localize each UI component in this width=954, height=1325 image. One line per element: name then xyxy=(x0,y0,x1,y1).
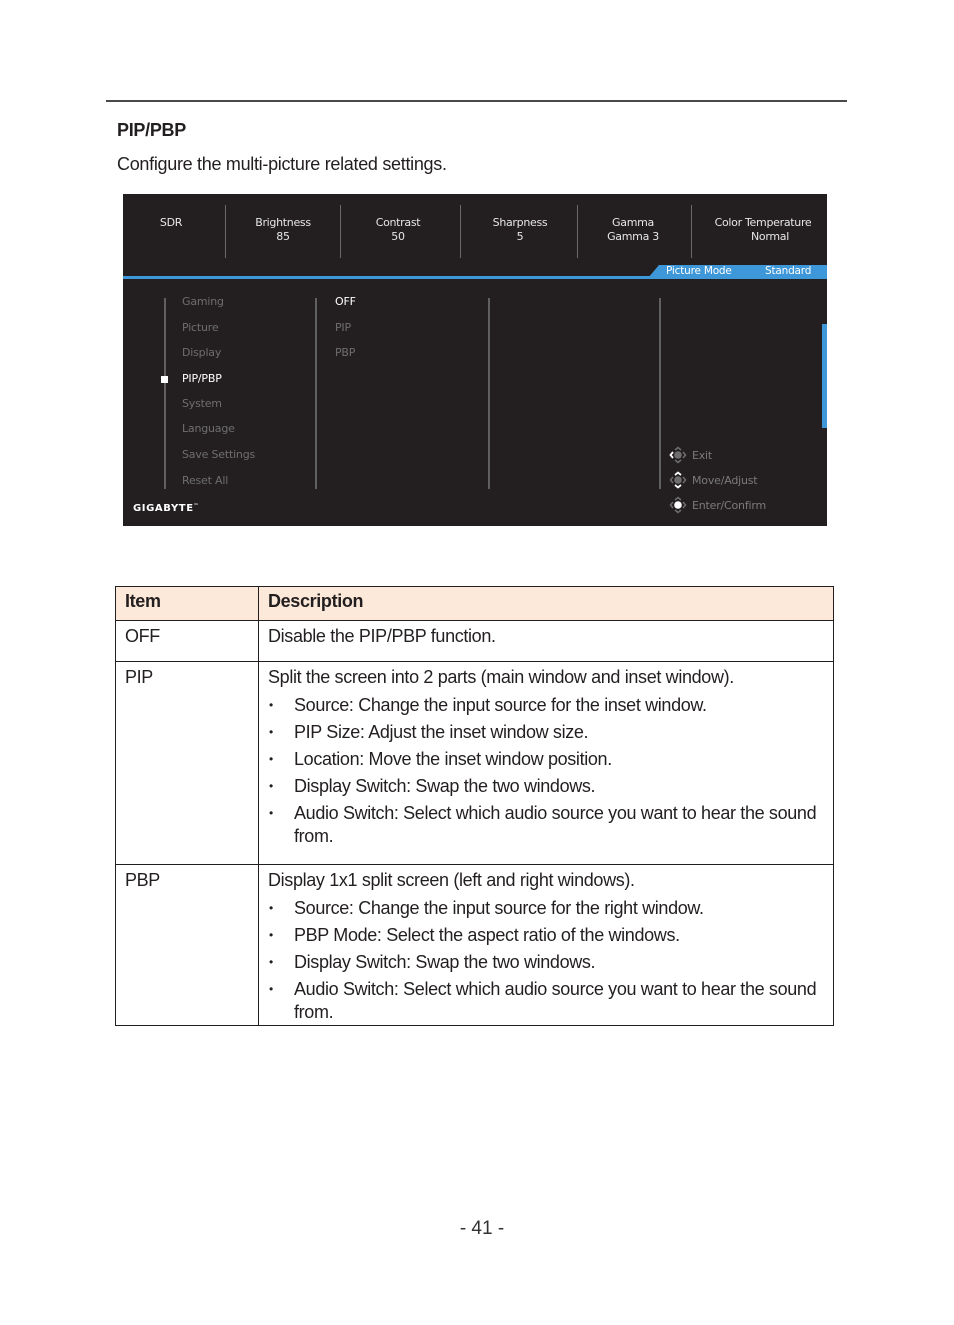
topbar-item-sdr[interactable]: SDR xyxy=(151,216,191,230)
option-pbp[interactable]: PBP xyxy=(335,346,355,359)
osd-screenshot: SDR Brightness 85 Contrast 50 Sharpness … xyxy=(123,194,827,526)
topbar-value: 5 xyxy=(516,230,524,243)
topbar-divider xyxy=(340,205,341,258)
hint-label: Enter/Confirm xyxy=(692,498,766,512)
bullet-item: PIP Size: Adjust the inset window size. xyxy=(268,721,824,744)
scrollbar[interactable] xyxy=(822,324,827,428)
osd-topbar: SDR Brightness 85 Contrast 50 Sharpness … xyxy=(123,194,827,274)
header-description: Description xyxy=(258,586,834,621)
topbar-item-color-temperature[interactable]: Color Temperature Normal xyxy=(703,216,823,244)
menu-item-picture[interactable]: Picture xyxy=(182,321,219,334)
bullet-item: Source: Change the input source for the … xyxy=(268,694,824,717)
row-description-text: Split the screen into 2 parts (main wind… xyxy=(268,667,734,687)
topbar-item-gamma[interactable]: Gamma Gamma 3 xyxy=(588,216,678,244)
row-description-text: Display 1x1 split screen (left and right… xyxy=(268,870,635,890)
header-item: Item xyxy=(115,586,259,621)
topbar-item-contrast[interactable]: Contrast 50 xyxy=(357,216,439,244)
topbar-label: Contrast xyxy=(375,216,421,229)
topbar-value: Gamma 3 xyxy=(607,230,659,243)
topbar-label: Gamma xyxy=(612,216,654,229)
hint-exit: Exit xyxy=(669,446,712,464)
picture-mode-value: Standard xyxy=(765,265,812,277)
bullet-list: Source: Change the input source for the … xyxy=(268,897,824,1024)
option-off[interactable]: OFF xyxy=(335,295,356,308)
joystick-left-icon xyxy=(669,446,687,464)
bullet-item: Audio Switch: Select which audio source … xyxy=(268,978,824,1024)
picture-mode-label: Picture Mode xyxy=(666,265,732,277)
selection-marker xyxy=(161,376,168,383)
topbar-value: 85 xyxy=(276,230,290,243)
gigabyte-logo: GIGABYTE™ xyxy=(133,503,199,514)
options-column-line xyxy=(315,298,317,489)
table-row: PIP Split the screen into 2 parts (main … xyxy=(115,661,834,865)
bullet-item: Location: Move the inset window position… xyxy=(268,748,824,771)
menu-item-reset-all[interactable]: Reset All xyxy=(182,474,228,487)
logo-trademark: ™ xyxy=(193,503,200,509)
topbar-divider xyxy=(691,205,692,258)
description-table: Item Description OFF Disable the PIP/PBP… xyxy=(115,586,834,1026)
table-row: PBP Display 1x1 split screen (left and r… xyxy=(115,864,834,1026)
row-description: Disable the PIP/PBP function. xyxy=(258,620,834,662)
menu-item-system[interactable]: System xyxy=(182,397,222,410)
hint-move-adjust: Move/Adjust xyxy=(669,471,758,489)
topbar-label: Sharpness xyxy=(492,216,548,229)
topbar-divider xyxy=(225,205,226,258)
hint-label: Exit xyxy=(692,448,713,462)
menu-item-gaming[interactable]: Gaming xyxy=(182,295,224,308)
hint-label: Move/Adjust xyxy=(692,473,758,487)
bullet-item: Display Switch: Swap the two windows. xyxy=(268,951,824,974)
table-row: OFF Disable the PIP/PBP function. xyxy=(115,620,834,662)
joystick-move-icon xyxy=(669,471,687,489)
suboptions-column-line xyxy=(488,298,490,489)
topbar-item-brightness[interactable]: Brightness 85 xyxy=(242,216,324,244)
table-header-row: Item Description xyxy=(115,586,834,621)
topbar-label: Brightness xyxy=(255,216,311,229)
picture-mode-badge: Picture Mode Standard xyxy=(648,265,827,278)
section-description: Configure the multi-picture related sett… xyxy=(117,154,447,174)
option-pip[interactable]: PIP xyxy=(335,321,351,334)
details-column-line xyxy=(659,298,661,489)
row-description-text: Disable the PIP/PBP function. xyxy=(268,626,496,646)
topbar-item-sharpness[interactable]: Sharpness 5 xyxy=(478,216,562,244)
row-item: PIP xyxy=(115,661,259,865)
topbar-label: SDR xyxy=(159,216,183,229)
header-rule xyxy=(106,100,847,102)
menu-item-save-settings[interactable]: Save Settings xyxy=(182,448,255,461)
bullet-item: PBP Mode: Select the aspect ratio of the… xyxy=(268,924,824,947)
menu-item-pip-pbp[interactable]: PIP/PBP xyxy=(182,372,222,385)
section-title: PIP/PBP xyxy=(117,120,186,140)
topbar-value: Normal xyxy=(751,230,789,243)
row-item: PBP xyxy=(115,864,259,1026)
topbar-divider xyxy=(460,205,461,258)
hint-enter-confirm: Enter/Confirm xyxy=(669,496,766,514)
topbar-value: 50 xyxy=(391,230,405,243)
menu-column-line xyxy=(164,298,166,489)
row-description: Split the screen into 2 parts (main wind… xyxy=(258,661,834,865)
logo-text: GIGABYTE xyxy=(133,503,194,514)
bullet-list: Source: Change the input source for the … xyxy=(268,694,824,848)
row-description: Display 1x1 split screen (left and right… xyxy=(258,864,834,1026)
topbar-label: Color Temperature xyxy=(714,216,812,229)
row-item: OFF xyxy=(115,620,259,662)
bullet-item: Source: Change the input source for the … xyxy=(268,897,824,920)
page-number: - 41 - xyxy=(459,1218,505,1239)
topbar-divider xyxy=(577,205,578,258)
menu-item-language[interactable]: Language xyxy=(182,422,235,435)
menu-item-display[interactable]: Display xyxy=(182,346,221,359)
bullet-item: Display Switch: Swap the two windows. xyxy=(268,775,824,798)
bullet-item: Audio Switch: Select which audio source … xyxy=(268,802,824,848)
joystick-press-icon xyxy=(669,496,687,514)
